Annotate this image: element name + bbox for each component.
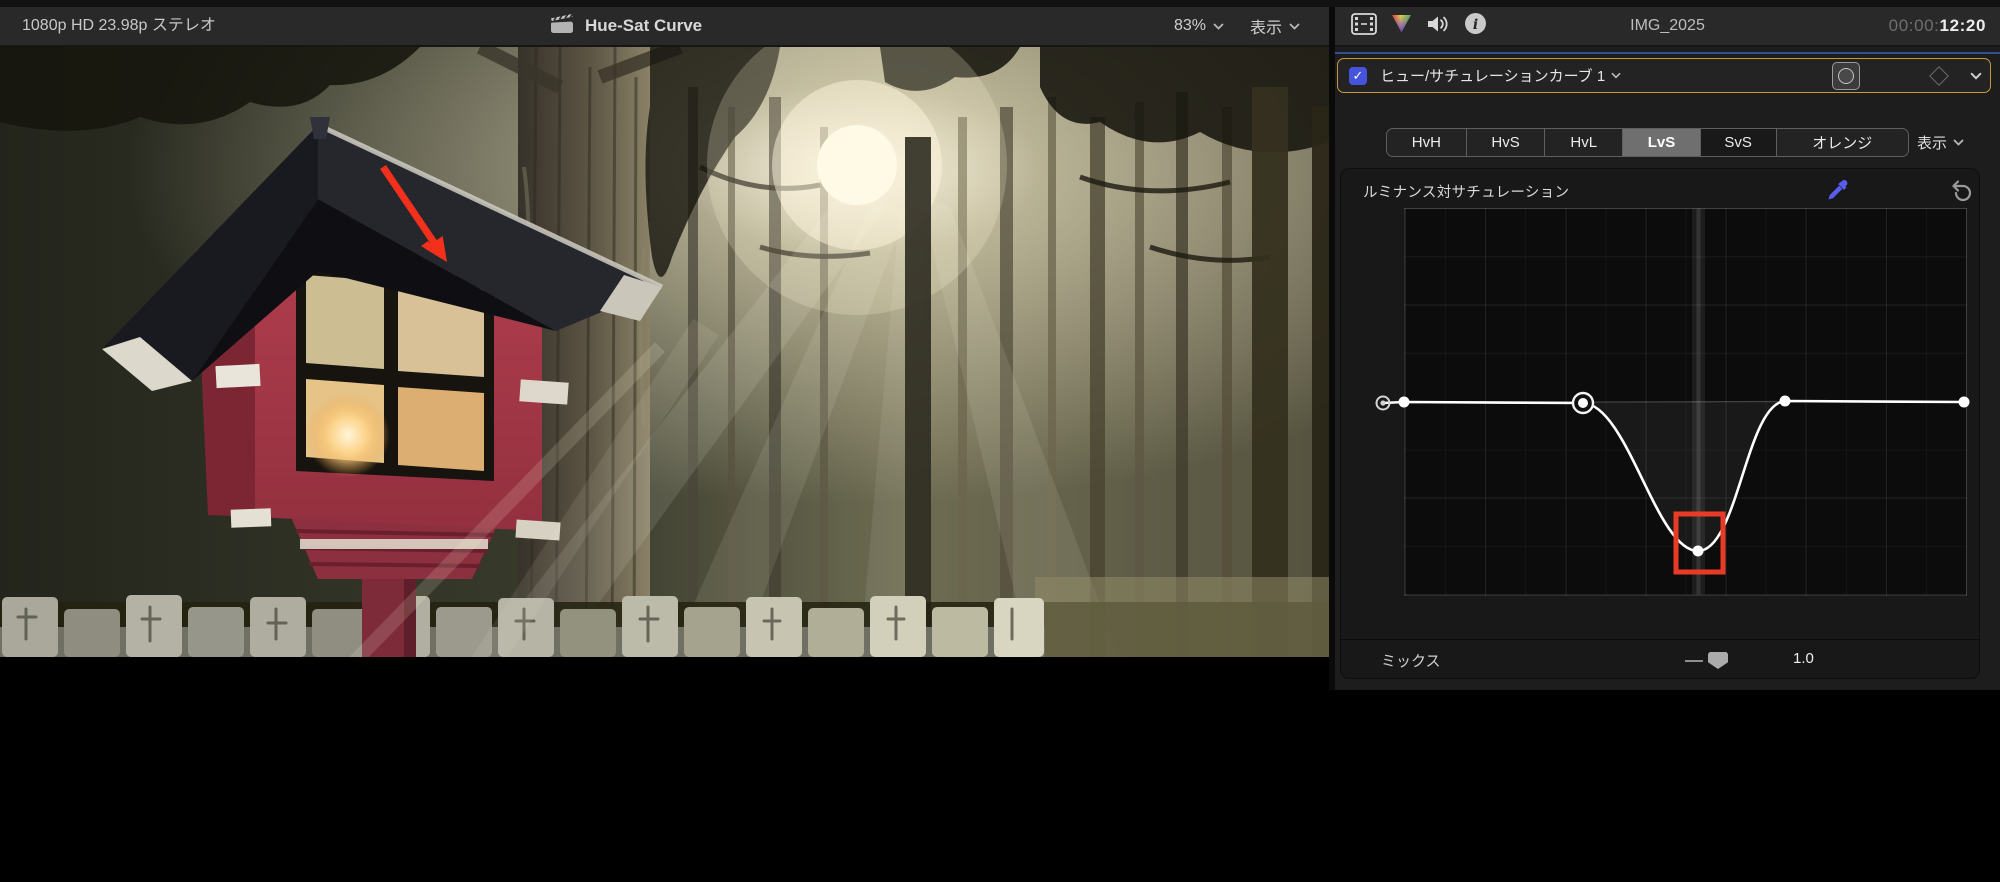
mix-label: ミックス	[1381, 653, 1441, 670]
mask-circle-icon	[1838, 67, 1854, 84]
timecode-seconds-frames: 12:20	[1939, 16, 1986, 35]
fcp-window: 1080p HD 23.98p ステレオ Hue-Sat Curve 83% 表…	[0, 0, 2000, 882]
video-frame	[0, 15, 1329, 696]
mix-slider-track[interactable]	[1685, 660, 1703, 662]
selection-accent-line	[1335, 52, 2000, 54]
tab-hvl[interactable]: HvL	[1545, 129, 1624, 156]
video-inspector-icon[interactable]	[1351, 12, 1377, 40]
view-dropdown[interactable]: 表示	[1250, 14, 1300, 38]
color-inspector-panel: ✓ ヒュー/サチュレーションカーブ 1 HvH HvS HvL LvS SvS …	[1335, 47, 2000, 690]
viewer-title-group[interactable]: Hue-Sat Curve	[550, 7, 702, 45]
tab-hvh[interactable]: HvH	[1387, 129, 1467, 156]
chevron-down-icon	[1289, 23, 1300, 30]
viewer-title: Hue-Sat Curve	[585, 16, 703, 35]
chevron-down-icon[interactable]	[1970, 72, 1982, 80]
window-top-strip	[0, 0, 2000, 7]
chevron-down-icon[interactable]	[1611, 72, 1621, 79]
eyedropper-icon[interactable]	[1826, 178, 1850, 202]
tab-orange[interactable]: オレンジ	[1777, 129, 1908, 156]
chevron-down-icon	[1953, 139, 1964, 146]
tab-hvs[interactable]: HvS	[1467, 129, 1546, 156]
curves-view-dropdown[interactable]: 表示	[1917, 128, 1964, 157]
zoom-level-dropdown[interactable]: 83%	[1174, 17, 1224, 35]
checkmark-icon: ✓	[1352, 67, 1364, 83]
zoom-level-value: 83%	[1173, 17, 1206, 34]
luma-vs-sat-curve-card: ルミナンス対サチュレーション ミックス 1.0	[1340, 168, 1980, 679]
viewer-toolbar: 1080p HD 23.98p ステレオ Hue-Sat Curve 83% 表…	[0, 7, 1329, 45]
effect-name-label: ヒュー/サチュレーションカーブ 1	[1380, 68, 1606, 85]
viewer-controls: 83% 表示	[1174, 7, 1300, 45]
info-inspector-icon[interactable]: i	[1464, 12, 1487, 40]
video-scene	[0, 15, 1329, 696]
inspector-tab-icons: i	[1351, 7, 1487, 45]
top-toolbar: 1080p HD 23.98p ステレオ Hue-Sat Curve 83% 表…	[0, 7, 2000, 47]
curve-svg	[1375, 208, 1970, 595]
svg-text:i: i	[1473, 17, 1478, 33]
viewer-canvas[interactable]	[0, 15, 1329, 696]
tab-lvs[interactable]: LvS	[1623, 129, 1701, 156]
effect-enabled-checkbox[interactable]: ✓	[1349, 66, 1367, 85]
view-dropdown-label: 表示	[1249, 20, 1282, 37]
curve-title: ルミナンス対サチュレーション	[1363, 185, 1570, 201]
timecode-hours-minutes: 00:00:	[1888, 16, 1940, 35]
effect-row-hue-sat-curves[interactable]: ✓ ヒュー/サチュレーションカーブ 1	[1337, 58, 1991, 93]
keyframe-diamond-icon[interactable]	[1929, 65, 1949, 86]
clapperboard-icon	[550, 13, 574, 39]
mix-slider-handle[interactable]	[1708, 652, 1728, 669]
audio-inspector-icon[interactable]	[1426, 14, 1450, 39]
apply-mask-button[interactable]	[1832, 61, 1860, 90]
color-inspector-icon[interactable]	[1391, 14, 1412, 38]
clip-format-info: 1080p HD 23.98p ステレオ	[22, 17, 216, 34]
curve-type-tabs: HvH HvS HvL LvS SvS オレンジ	[1386, 128, 1909, 157]
mix-value[interactable]: 1.0	[1793, 650, 1814, 667]
mix-divider	[1341, 639, 1979, 640]
inspector-header: i IMG_2025 00:00:12:20	[1335, 7, 2000, 45]
curves-view-label: 表示	[1917, 135, 1948, 152]
tab-svs[interactable]: SvS	[1700, 129, 1777, 156]
chevron-down-icon	[1213, 23, 1224, 30]
curve-baseline	[1582, 400, 1786, 404]
reset-curve-icon[interactable]	[1950, 179, 1973, 202]
timecode: 00:00:12:20	[1889, 7, 1986, 45]
curve-area-fill	[1583, 401, 1785, 551]
clip-name: IMG_2025	[1630, 17, 1705, 34]
